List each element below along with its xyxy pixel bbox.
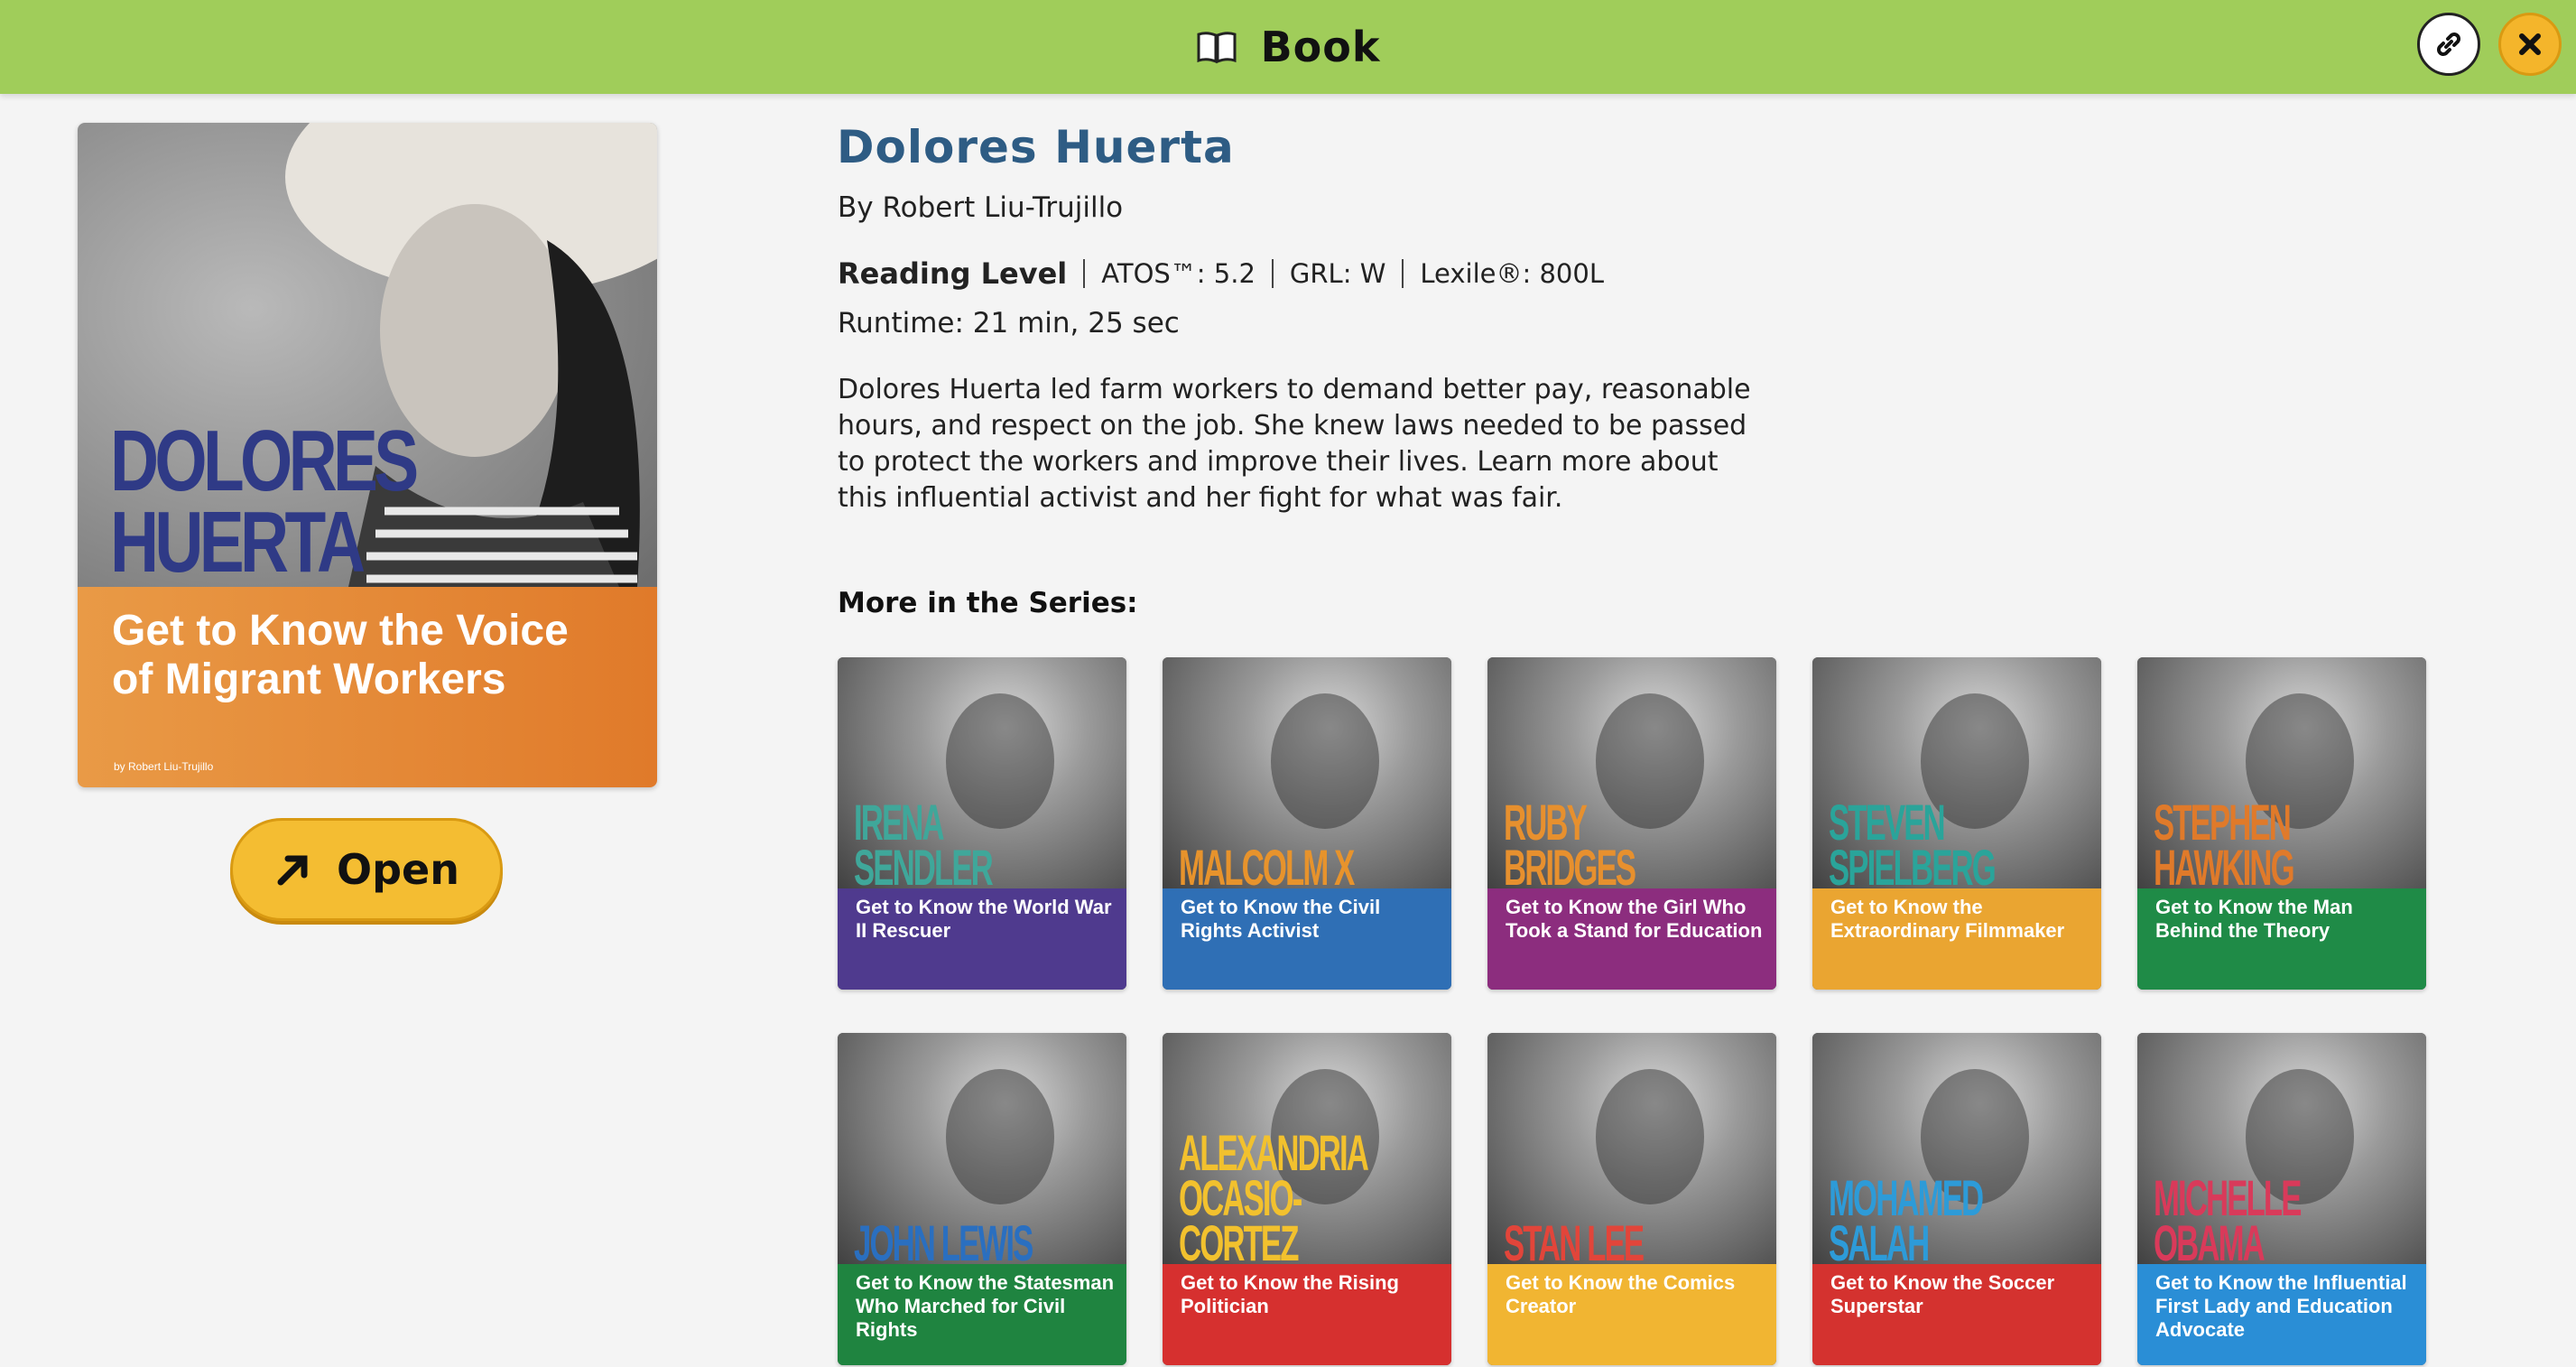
book-author: By Robert Liu-Trujillo: [838, 191, 1124, 224]
series-book-subtitle: Get to Know the Girl Who Took a Stand fo…: [1506, 896, 1763, 942]
series-heading: More in the Series:: [838, 587, 1138, 619]
series-book-card[interactable]: RUBY BRIDGES Get to Know the Girl Who To…: [1487, 657, 1776, 990]
series-cover-band: Get to Know the Girl Who Took a Stand fo…: [1487, 888, 1776, 990]
divider: [1083, 259, 1086, 288]
series-book-card[interactable]: ALEXANDRIA OCASIO-CORTEZ Get to Know the…: [1163, 1033, 1451, 1365]
close-icon: [2519, 33, 2541, 55]
series-book-subtitle: Get to Know the Rising Politician: [1181, 1271, 1399, 1317]
open-book-button[interactable]: Open: [230, 818, 503, 921]
series-book-subtitle: Get to Know the World War II Rescuer: [856, 896, 1112, 942]
series-cover-band: Get to Know the Civil Rights Activist: [1163, 888, 1451, 990]
copy-link-button[interactable]: [2417, 13, 2480, 76]
series-cover-band: Get to Know the Soccer Superstar: [1812, 1264, 2101, 1365]
series-book-name: STEPHEN HAWKING: [2154, 794, 2295, 896]
open-book-icon: [1197, 32, 1237, 64]
series-book-name: STAN LEE: [1504, 1214, 1645, 1271]
series-cover-band: Get to Know the Man Behind the Theory: [2137, 888, 2426, 990]
reading-level-label: Reading Level: [838, 256, 1068, 291]
series-grid: IRENA SENDLER Get to Know the World War …: [838, 657, 2426, 1365]
book-runtime: Runtime: 21 min, 25 sec: [838, 307, 1180, 339]
book-title: Dolores Huerta: [837, 121, 1235, 173]
series-book-card[interactable]: MALCOLM X Get to Know the Civil Rights A…: [1163, 657, 1451, 990]
series-cover-band: Get to Know the World War II Rescuer: [838, 888, 1126, 990]
close-button[interactable]: [2498, 13, 2562, 76]
series-cover-band: Get to Know the Rising Politician: [1163, 1264, 1451, 1365]
series-book-card[interactable]: MOHAMED SALAH Get to Know the Soccer Sup…: [1812, 1033, 2101, 1365]
series-book-name: ALEXANDRIA OCASIO-CORTEZ: [1179, 1124, 1368, 1271]
arrow-up-right-icon: [277, 855, 308, 886]
open-button-label: Open: [337, 845, 459, 894]
series-book-name: MICHELLE OBAMA: [2154, 1169, 2302, 1271]
series-book-name: JOHN LEWIS: [854, 1214, 1033, 1271]
series-book-subtitle: Get to Know the Soccer Superstar: [1830, 1271, 2055, 1317]
series-cover-band: Get to Know the Extraordinary Filmmaker: [1812, 888, 2101, 990]
cover-subtitle: Get to Know the Voice of Migrant Workers: [112, 607, 569, 703]
series-cover-band: Get to Know the Statesman Who Marched fo…: [838, 1264, 1126, 1365]
top-bar-title-group: Book: [0, 0, 2576, 94]
divider: [1271, 259, 1274, 288]
page-title: Book: [1260, 23, 1381, 71]
series-book-subtitle: Get to Know the Civil Rights Activist: [1181, 896, 1381, 942]
grl-level: GRL: W: [1289, 258, 1386, 289]
series-book-card[interactable]: MICHELLE OBAMA Get to Know the Influenti…: [2137, 1033, 2426, 1365]
cover-author: by Robert Liu-Trujillo: [114, 760, 214, 773]
atos-level: ATOS™: 5.2: [1101, 258, 1256, 289]
series-cover-band: Get to Know the Comics Creator: [1487, 1264, 1776, 1365]
series-book-name: STEVEN SPIELBERG: [1829, 794, 1997, 896]
series-book-name: IRENA SENDLER: [854, 794, 994, 896]
series-cover-band: Get to Know the Influential First Lady a…: [2137, 1264, 2426, 1365]
series-book-name: RUBY BRIDGES: [1504, 794, 1636, 896]
series-book-subtitle: Get to Know the Influential First Lady a…: [2155, 1271, 2407, 1341]
series-book-subtitle: Get to Know the Man Behind the Theory: [2155, 896, 2353, 942]
series-book-card[interactable]: STEVEN SPIELBERG Get to Know the Extraor…: [1812, 657, 2101, 990]
series-book-card[interactable]: STAN LEE Get to Know the Comics Creator: [1487, 1033, 1776, 1365]
series-book-subtitle: Get to Know the Comics Creator: [1506, 1271, 1736, 1317]
series-book-card[interactable]: IRENA SENDLER Get to Know the World War …: [838, 657, 1126, 990]
divider: [1402, 259, 1404, 288]
top-bar: Book: [0, 0, 2576, 94]
series-book-subtitle: Get to Know the Statesman Who Marched fo…: [856, 1271, 1115, 1341]
series-book-subtitle: Get to Know the Extraordinary Filmmaker: [1830, 896, 2065, 942]
cover-band: Get to Know the Voice of Migrant Workers…: [78, 587, 657, 787]
series-book-name: MALCOLM X: [1179, 839, 1355, 896]
link-icon: [2437, 33, 2460, 56]
cover-title-name: DOLORES HUERTA: [110, 413, 419, 591]
book-cover[interactable]: DOLORES HUERTA Get to Know the Voice of …: [78, 123, 657, 787]
series-book-card[interactable]: JOHN LEWIS Get to Know the Statesman Who…: [838, 1033, 1126, 1365]
lexile-level: Lexile®: 800L: [1420, 258, 1604, 289]
reading-level-row: Reading Level ATOS™: 5.2 GRL: W Lexile®:…: [838, 256, 1604, 291]
series-book-name: MOHAMED SALAH: [1829, 1169, 1984, 1271]
book-description: Dolores Huerta led farm workers to deman…: [838, 374, 1751, 514]
series-book-card[interactable]: STEPHEN HAWKING Get to Know the Man Behi…: [2137, 657, 2426, 990]
